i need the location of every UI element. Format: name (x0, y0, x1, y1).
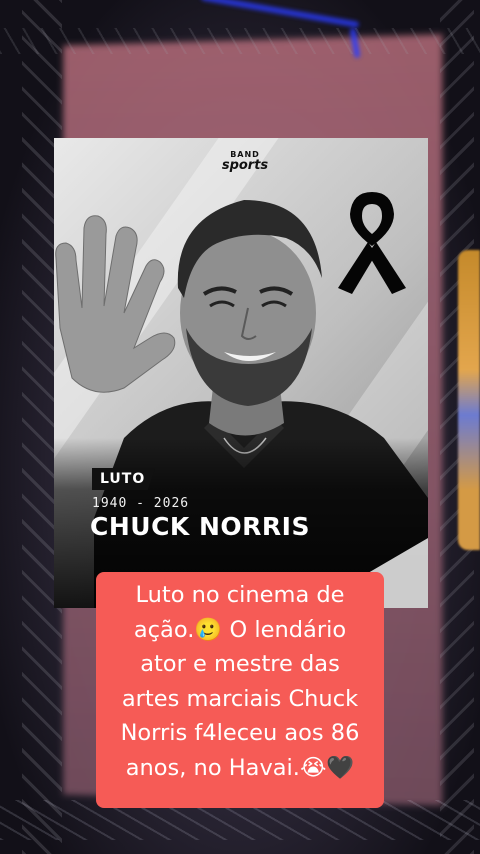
memorial-poster: BAND sports LUTO 1940 - 2026 CHUCK NORRI… (54, 138, 428, 608)
caption-line: Norris f4leceu aos 86 (120, 720, 360, 746)
caption-box: Luto no cinema de ação.🥲 O lendário ator… (96, 572, 384, 808)
logo-bottom-text: sports (221, 158, 269, 173)
caption-line: anos, no Havai.😭🖤 (125, 754, 355, 781)
stage-light (200, 0, 360, 28)
life-years: 1940 - 2026 (92, 496, 190, 511)
band-sports-logo: BAND sports (210, 150, 280, 172)
caption-line: ação.🥲 O lendário (133, 616, 347, 643)
caption-line: ator e mestre das (140, 651, 340, 677)
stage-truss-top (0, 28, 480, 54)
caption-line: Luto no cinema de (135, 582, 345, 608)
luto-tag: LUTO (92, 468, 156, 490)
person-name: CHUCK NORRIS (90, 512, 310, 541)
black-ribbon-icon (338, 192, 406, 294)
caption-line: artes marciais Chuck (121, 685, 359, 712)
bottle-shape (458, 250, 480, 550)
